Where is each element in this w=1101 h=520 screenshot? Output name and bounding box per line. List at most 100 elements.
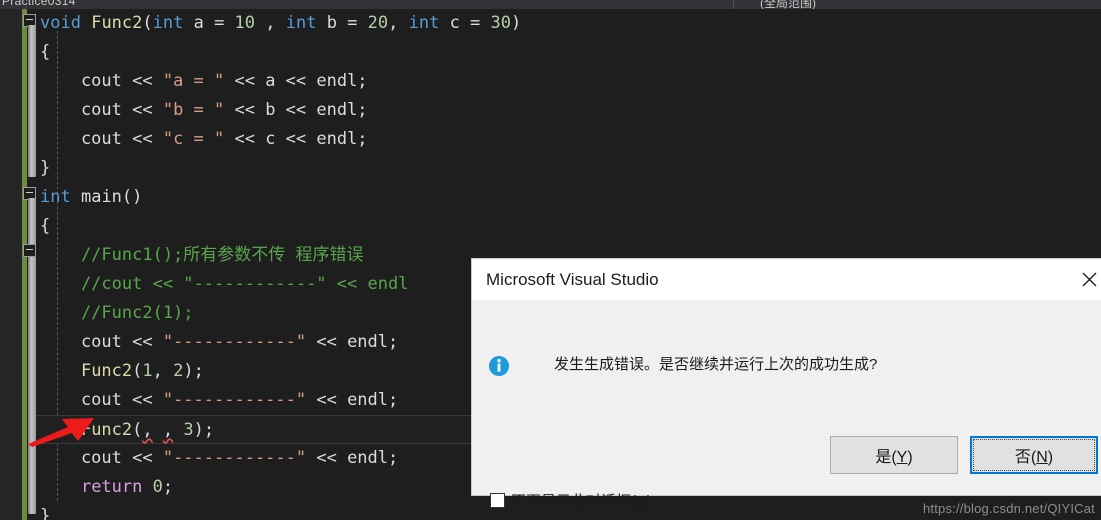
code-line[interactable]: int main() <box>36 183 1101 212</box>
no-button-label-tail: ) <box>1047 449 1054 466</box>
code-token: ; <box>162 477 174 497</box>
dont-show-again-checkbox[interactable]: 不再显示此对话框(D) <box>490 490 652 511</box>
code-token: << endl; <box>306 390 399 410</box>
code-token: , <box>142 420 153 440</box>
code-token: , <box>388 13 409 33</box>
checkbox-label-tail: ) <box>646 493 652 510</box>
no-button-accesskey: N <box>1036 449 1048 466</box>
code-line[interactable]: cout << "c = " << c << endl; <box>36 125 1101 154</box>
code-token: int <box>285 13 317 33</box>
code-token: << a << endl; <box>224 71 368 91</box>
code-token: cout << <box>40 129 163 149</box>
no-button-focus-ring: 否(N) <box>973 439 1095 471</box>
code-token: { <box>40 42 51 62</box>
code-token: ); <box>193 420 215 440</box>
close-icon[interactable] <box>1067 259 1101 300</box>
yes-button-label-tail: ) <box>907 449 913 466</box>
info-icon <box>489 356 509 376</box>
code-token: 30 <box>490 13 512 33</box>
outlining-margin[interactable] <box>0 9 22 520</box>
code-token: b = <box>316 13 368 33</box>
code-token: Func2 <box>80 420 133 440</box>
code-token: "------------" <box>162 390 307 410</box>
code-token: cout << <box>40 390 163 410</box>
code-token: 10 <box>234 13 256 33</box>
code-token: //Func2(1); <box>40 303 194 323</box>
code-token: int <box>40 187 71 207</box>
code-token: ( <box>142 13 153 33</box>
code-token: ) <box>511 13 522 33</box>
code-line[interactable]: { <box>36 212 1101 241</box>
code-token: , <box>162 420 174 440</box>
no-button[interactable]: 否(N) <box>970 436 1098 474</box>
code-token: 3 <box>183 420 194 440</box>
code-token: , <box>152 361 174 381</box>
code-token: 1 <box>142 361 153 381</box>
code-line[interactable]: { <box>36 38 1101 67</box>
checkbox-box-icon[interactable] <box>490 493 505 508</box>
code-token: ); <box>183 361 204 381</box>
code-line[interactable]: } <box>36 154 1101 183</box>
code-line[interactable]: cout << "b = " << b << endl; <box>36 96 1101 125</box>
code-token: int <box>408 13 440 33</box>
code-token: //cout << "------------" << endl <box>40 274 409 294</box>
code-token: cout << <box>40 332 163 352</box>
message-dialog[interactable]: Microsoft Visual Studio 发生生成错误。是否继续并运行上次… <box>472 259 1101 510</box>
project-scope-label[interactable]: Practice0314 <box>2 0 76 8</box>
dialog-message: 发生生成错误。是否继续并运行上次的成功生成? <box>554 356 878 373</box>
code-token: "------------" <box>162 448 307 468</box>
code-token: ( <box>132 361 143 381</box>
dialog-body: 发生生成错误。是否继续并运行上次的成功生成? 是(Y) 否(N) 不再显示此对话… <box>472 300 1101 510</box>
checkbox-label: 不再显示此对话框( <box>511 493 636 510</box>
dialog-button-row: 是(Y) 否(N) <box>830 436 1098 474</box>
code-token: << endl; <box>306 332 399 352</box>
code-token: Func2 <box>91 13 143 33</box>
code-token: "------------" <box>162 332 307 352</box>
code-token: << c << endl; <box>224 129 368 149</box>
code-token: { <box>40 216 51 236</box>
code-token: 20 <box>367 13 389 33</box>
code-token: } <box>40 506 51 520</box>
fold-toggle-main-body[interactable] <box>23 244 36 257</box>
code-token: int <box>152 13 184 33</box>
code-line[interactable]: cout << "a = " << a << endl; <box>36 67 1101 96</box>
code-token: cout << <box>40 100 163 120</box>
code-token: Func2 <box>80 361 133 381</box>
dialog-title: Microsoft Visual Studio <box>486 270 659 289</box>
code-token: () <box>121 187 143 207</box>
code-token: cout << <box>40 71 163 91</box>
code-token: "b = " <box>162 100 225 120</box>
code-token: } <box>40 158 51 178</box>
code-token: main <box>80 187 122 207</box>
code-token: ( <box>132 420 143 440</box>
watermark-text: https://blog.csdn.net/QIYICat <box>922 501 1095 516</box>
code-token: "c = " <box>162 129 225 149</box>
yes-button[interactable]: 是(Y) <box>830 436 958 474</box>
dialog-title-bar: Microsoft Visual Studio <box>472 259 1101 300</box>
code-token: //Func1();所有参数不传 程序错误 <box>40 245 364 265</box>
code-token: << b << endl; <box>224 100 368 120</box>
yes-button-label: 是( <box>875 449 897 466</box>
code-token: , <box>255 13 286 33</box>
code-token: a = <box>183 13 235 33</box>
code-token: return <box>80 477 143 497</box>
code-token: "a = " <box>162 71 225 91</box>
code-line[interactable]: void Func2(int a = 10 , int b = 20, int … <box>36 9 1101 38</box>
no-button-label: 否( <box>1014 449 1037 466</box>
fold-guide-func2 <box>28 25 36 177</box>
code-token: 0 <box>152 477 163 497</box>
code-token: << endl; <box>306 448 399 468</box>
checkbox-accesskey: D <box>636 493 647 510</box>
code-token: void <box>40 13 81 33</box>
code-token: 2 <box>173 361 184 381</box>
yes-button-accesskey: Y <box>896 449 908 466</box>
code-token: cout << <box>40 448 163 468</box>
